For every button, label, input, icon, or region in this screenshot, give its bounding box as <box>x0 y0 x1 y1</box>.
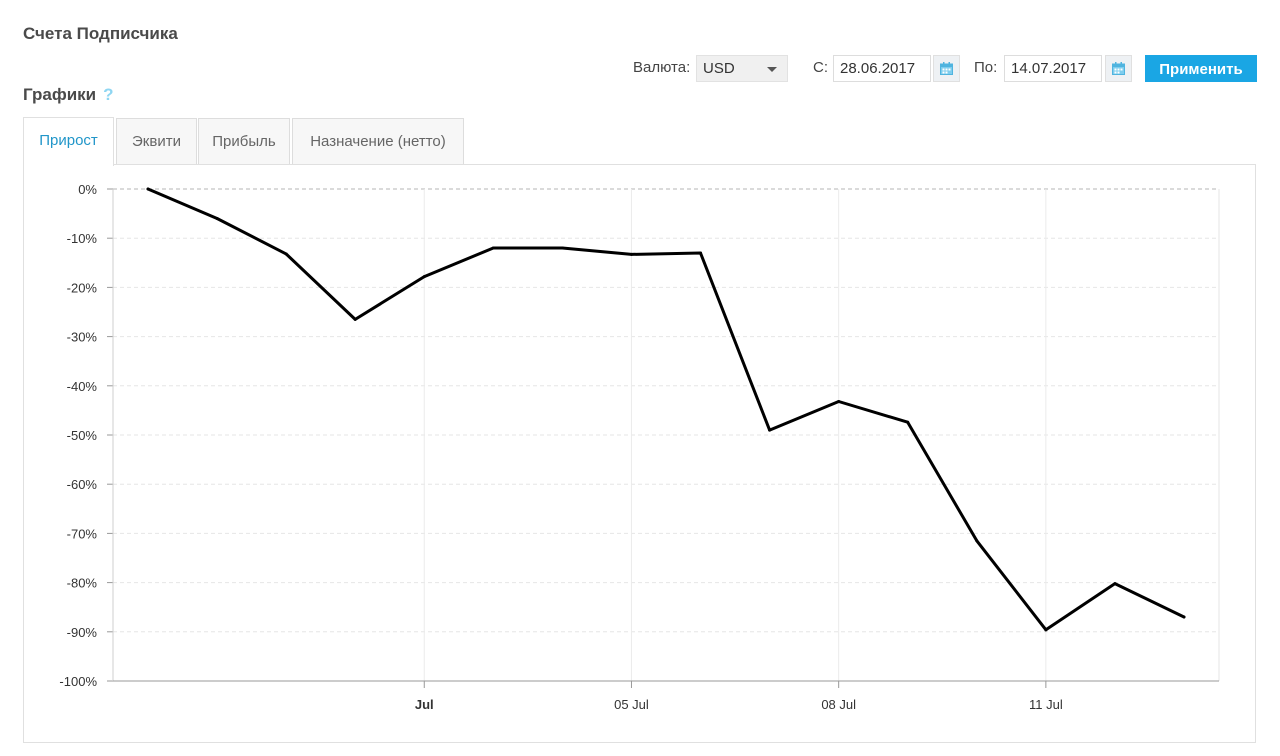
data-point <box>699 251 703 255</box>
y-tick-label: -90% <box>67 625 98 640</box>
y-tick-label: -70% <box>67 526 98 541</box>
tab-growth[interactable]: Прирост <box>23 117 114 166</box>
y-tick-label: -30% <box>67 330 98 345</box>
y-tick-label: -20% <box>67 280 98 295</box>
growth-series-line <box>146 187 1186 632</box>
data-point <box>1113 582 1117 586</box>
data-point <box>422 275 426 279</box>
data-point <box>906 420 910 424</box>
data-point <box>353 317 357 321</box>
data-point <box>1182 615 1186 619</box>
data-point <box>768 428 772 432</box>
y-tick-label: -80% <box>67 576 98 591</box>
x-tick-label: Jul <box>415 697 434 712</box>
data-point <box>491 246 495 250</box>
data-point <box>629 252 633 256</box>
data-point <box>284 252 288 256</box>
growth-chart: 0% -10% -20% -30% -40% -50% -60% -70% -80% -90% -1… <box>59 182 1220 712</box>
x-tick-label: 08 Jul <box>821 697 856 712</box>
y-tick-label: -100% <box>59 674 97 689</box>
data-point <box>560 246 564 250</box>
data-point <box>146 187 150 191</box>
y-tick-label: -10% <box>67 231 98 246</box>
x-tick-label: 11 Jul <box>1029 697 1063 712</box>
y-tick-label: 0% <box>78 182 97 197</box>
x-tick-label: 05 Jul <box>614 697 649 712</box>
y-tick-label: -50% <box>67 428 98 443</box>
data-point <box>1044 628 1048 632</box>
y-tick-label: -60% <box>67 477 98 492</box>
data-point <box>215 217 219 221</box>
data-point <box>837 400 841 404</box>
y-tick-label: -40% <box>67 379 98 394</box>
data-point <box>975 539 979 543</box>
